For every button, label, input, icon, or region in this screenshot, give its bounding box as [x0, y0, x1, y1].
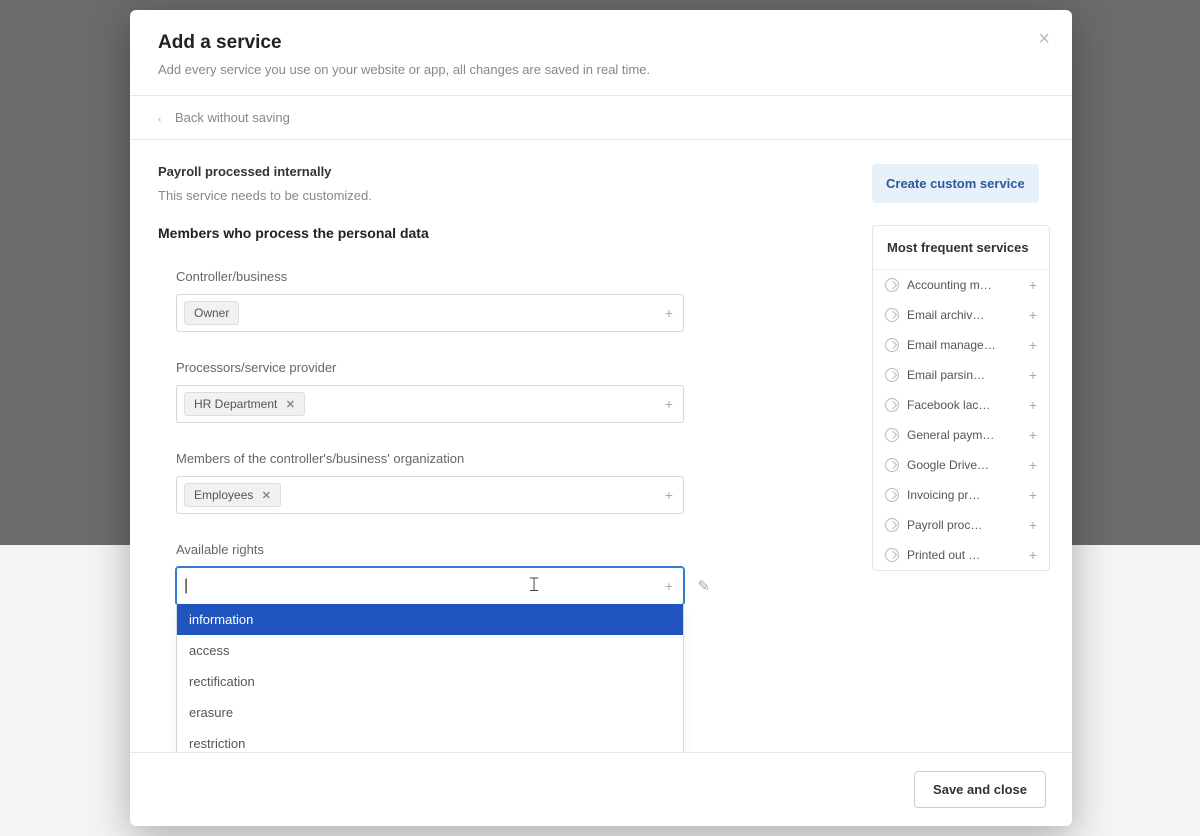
plus-icon[interactable]: +	[1029, 367, 1037, 383]
service-row[interactable]: Invoicing pr…+	[873, 480, 1049, 510]
add-service-modal: Add a service Add every service you use …	[130, 10, 1072, 826]
plus-icon[interactable]: +	[1029, 457, 1037, 473]
plus-icon[interactable]: +	[665, 305, 673, 321]
service-row[interactable]: Accounting m…+	[873, 270, 1049, 300]
service-list: Accounting m…+ Email archiv…+ Email mana…	[873, 269, 1049, 570]
back-link-label: Back without saving	[175, 110, 290, 125]
processors-input[interactable]: HR Department ✕ +	[176, 385, 684, 423]
plus-icon[interactable]: +	[1029, 547, 1037, 563]
plus-icon[interactable]: +	[665, 396, 673, 412]
plus-icon[interactable]: +	[665, 487, 673, 503]
field-controller: Controller/business Owner +	[158, 269, 838, 332]
plus-icon[interactable]: +	[1029, 337, 1037, 353]
create-custom-service-button[interactable]: Create custom service	[872, 164, 1039, 203]
frequent-services-panel: Most frequent services Accounting m…+ Em…	[872, 225, 1050, 571]
service-row[interactable]: Email manage…+	[873, 330, 1049, 360]
refresh-icon	[885, 458, 899, 472]
service-row[interactable]: Payroll proc…+	[873, 510, 1049, 540]
controller-input[interactable]: Owner +	[176, 294, 684, 332]
dropdown-option[interactable]: restriction	[177, 728, 683, 752]
rights-input[interactable]: | 𝙸 +	[176, 567, 684, 605]
refresh-icon	[885, 308, 899, 322]
plus-icon[interactable]: +	[1029, 487, 1037, 503]
dropdown-option[interactable]: rectification	[177, 666, 683, 697]
tag-owner[interactable]: Owner	[184, 301, 239, 325]
refresh-icon	[885, 278, 899, 292]
modal-footer: Save and close	[130, 752, 1072, 826]
refresh-icon	[885, 338, 899, 352]
service-row[interactable]: Facebook lac…+	[873, 390, 1049, 420]
back-bar[interactable]: ‹ Back without saving	[130, 96, 1072, 140]
service-row[interactable]: Printed out …+	[873, 540, 1049, 570]
field-label: Members of the controller's/business' or…	[176, 451, 838, 466]
field-label: Available rights	[176, 542, 838, 557]
field-members-org: Members of the controller's/business' or…	[158, 451, 838, 514]
service-row[interactable]: Google Drive…+	[873, 450, 1049, 480]
remove-tag-icon[interactable]: ✕	[262, 490, 271, 502]
refresh-icon	[885, 428, 899, 442]
section-title: Members who process the personal data	[158, 225, 838, 241]
tag-hr[interactable]: HR Department ✕	[184, 392, 305, 416]
service-row[interactable]: General paym…+	[873, 420, 1049, 450]
plus-icon[interactable]: +	[665, 578, 673, 594]
edit-pencil-icon[interactable]: ✎	[697, 577, 710, 595]
refresh-icon	[885, 518, 899, 532]
sidebar-column: Create custom service Most frequent serv…	[872, 140, 1072, 752]
service-desc: This service needs to be customized.	[158, 188, 838, 203]
remove-tag-icon[interactable]: ✕	[286, 399, 295, 411]
save-and-close-button[interactable]: Save and close	[914, 771, 1046, 808]
plus-icon[interactable]: +	[1029, 517, 1037, 533]
form-column: Payroll processed internally This servic…	[130, 140, 872, 752]
service-row[interactable]: Email parsin…+	[873, 360, 1049, 390]
field-processors: Processors/service provider HR Departmen…	[158, 360, 838, 423]
field-available-rights: Available rights | 𝙸 + ✎ information acc…	[158, 542, 838, 605]
service-name: Payroll processed internally	[158, 164, 838, 179]
modal-subtitle: Add every service you use on your websit…	[158, 62, 1044, 77]
rights-dropdown: information access rectification erasure…	[176, 604, 684, 752]
field-label: Controller/business	[176, 269, 838, 284]
field-label: Processors/service provider	[176, 360, 838, 375]
dropdown-option[interactable]: information	[177, 604, 683, 635]
refresh-icon	[885, 368, 899, 382]
refresh-icon	[885, 548, 899, 562]
tag-employees[interactable]: Employees ✕	[184, 483, 281, 507]
refresh-icon	[885, 488, 899, 502]
members-org-input[interactable]: Employees ✕ +	[176, 476, 684, 514]
plus-icon[interactable]: +	[1029, 397, 1037, 413]
panel-title: Most frequent services	[873, 226, 1049, 269]
service-row[interactable]: Email archiv…+	[873, 300, 1049, 330]
close-icon[interactable]: ×	[1038, 28, 1050, 51]
plus-icon[interactable]: +	[1029, 427, 1037, 443]
dropdown-option[interactable]: access	[177, 635, 683, 666]
modal-header: Add a service Add every service you use …	[130, 10, 1072, 96]
modal-title: Add a service	[158, 32, 1044, 54]
modal-content: Payroll processed internally This servic…	[130, 140, 1072, 752]
chevron-left-icon: ‹	[158, 114, 161, 125]
refresh-icon	[885, 398, 899, 412]
plus-icon[interactable]: +	[1029, 277, 1037, 293]
plus-icon[interactable]: +	[1029, 307, 1037, 323]
text-cursor-icon: 𝙸	[527, 574, 541, 597]
dropdown-option[interactable]: erasure	[177, 697, 683, 728]
